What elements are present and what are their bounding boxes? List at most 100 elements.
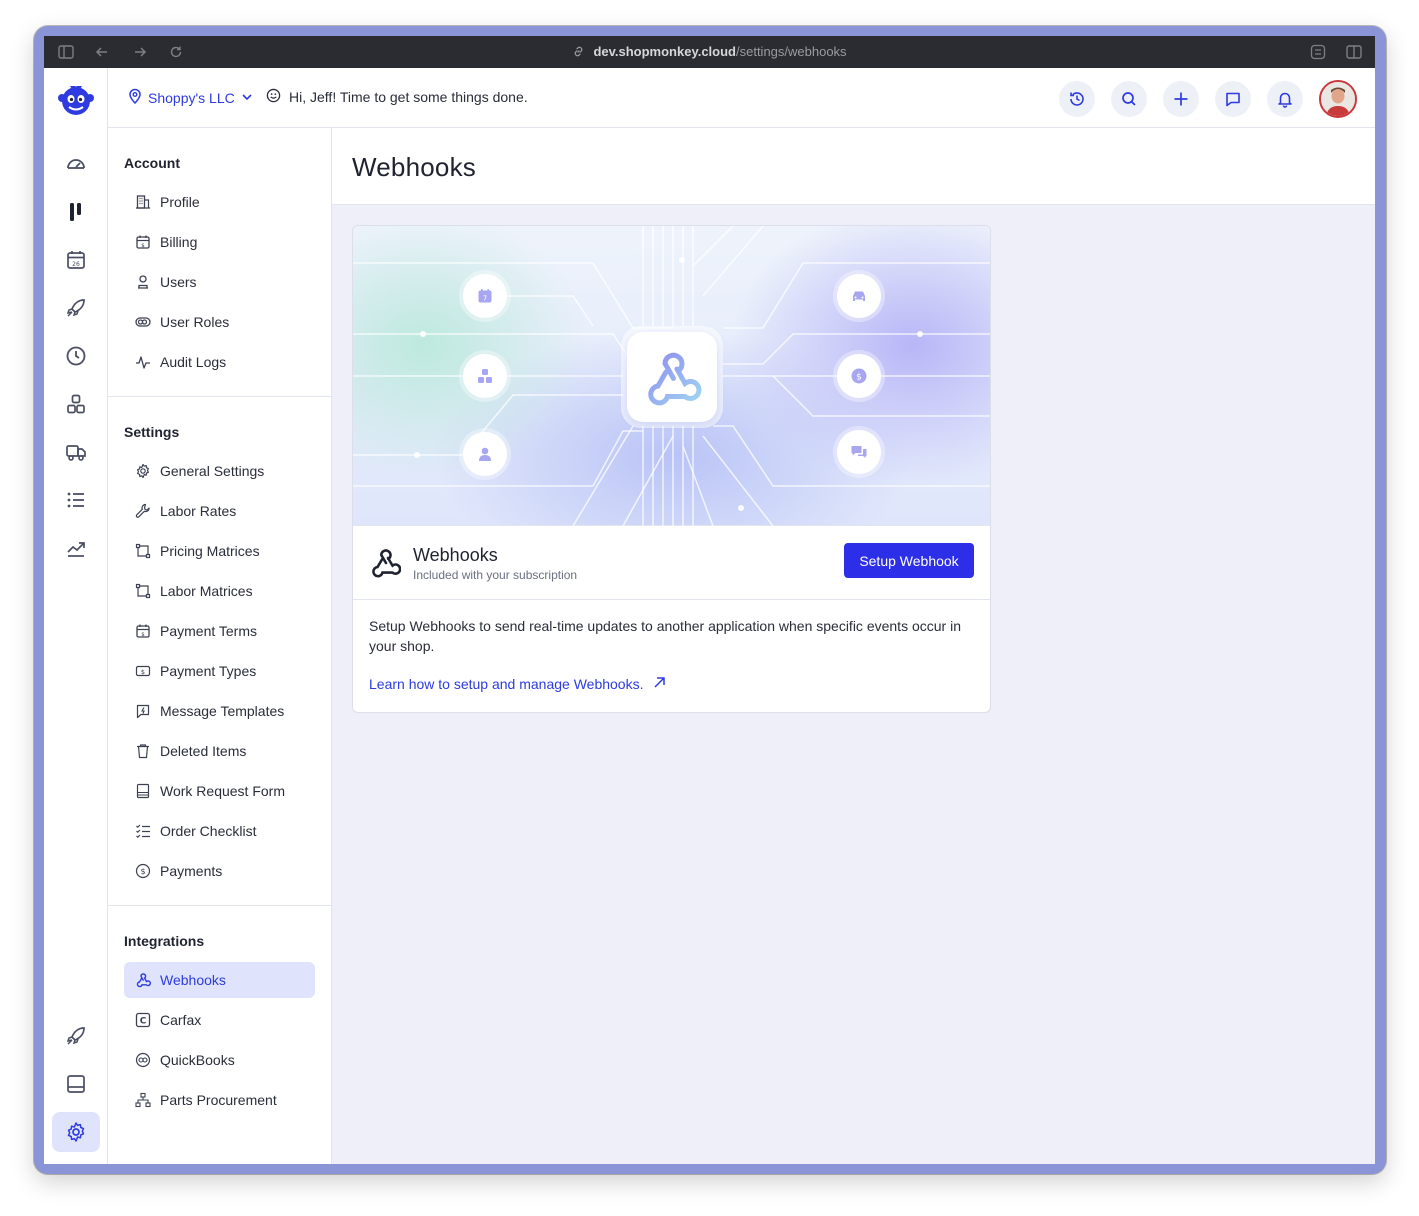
nav-item-label: Audit Logs [160,354,227,370]
cash-icon: $ [135,663,151,679]
nav-item-payments[interactable]: $ Payments [124,853,315,889]
list-icon[interactable] [52,480,100,520]
svg-text:$: $ [140,867,145,876]
nav-item-label: Billing [160,234,198,250]
truck-icon[interactable] [52,432,100,472]
app: 26 Shoppy's LLC Hi, Jeff! Time to get so… [44,68,1375,1164]
nav-item-label: Order Checklist [160,823,257,839]
launch-rocket-icon[interactable] [52,288,100,328]
workflow-icon[interactable] [52,192,100,232]
split-view-icon[interactable] [1346,44,1362,60]
page-header: Webhooks [332,128,1375,205]
card-title: Webhooks [413,545,498,565]
nav-item-audit-logs[interactable]: Audit Logs [124,344,315,380]
browser-titlebar: dev.shopmonkey.cloud/settings/webhooks [44,36,1375,68]
add-icon[interactable] [1163,81,1199,117]
location-pin-icon [128,88,142,107]
nav-item-quickbooks[interactable]: QuickBooks [124,1042,315,1078]
quickbooks-icon [135,1052,151,1068]
webhooks-card: 7 $ Webhooks Included with your subscrip… [352,225,991,713]
greeting: Hi, Jeff! Time to get some things done. [266,88,528,106]
nav-item-label: Profile [160,194,200,210]
extension-icon[interactable] [1310,44,1326,60]
nav-item-label: Payments [160,863,223,879]
calendar-icon[interactable]: 26 [52,240,100,280]
card-description: Setup Webhooks to send real-time updates… [369,618,961,654]
nav-item-webhooks[interactable]: Webhooks [124,962,315,998]
rocket-icon[interactable] [52,1016,100,1056]
checklist-icon [135,823,151,839]
card-subtitle: Included with your subscription [413,568,578,582]
settings-gear-icon[interactable] [52,1112,100,1152]
inventory-icon[interactable] [52,384,100,424]
clock-icon[interactable] [52,336,100,376]
webhook-logo-icon [627,332,717,422]
history-icon[interactable] [1059,81,1095,117]
nav-item-deleted-items[interactable]: Deleted Items [124,733,315,769]
nav-item-order-checklist[interactable]: Order Checklist [124,813,315,849]
learn-more-link-text: Learn how to setup and manage Webhooks. [369,676,644,692]
nav-item-label: Carfax [160,1012,202,1028]
setup-webhook-button[interactable]: Setup Webhook [844,543,974,578]
calendar-event-icon: 7 [463,274,507,318]
nav-item-label: Labor Rates [160,503,237,519]
svg-text:C: C [140,1017,147,1027]
shop-selector[interactable]: Shoppy's LLC [128,88,253,107]
nav-item-pricing-matrices[interactable]: Pricing Matrices [124,533,315,569]
greeting-text: Hi, Jeff! Time to get some things done. [289,89,528,105]
user-avatar[interactable] [1319,80,1357,118]
matrix-icon [135,583,151,599]
chat-icon[interactable] [1215,81,1251,117]
dollar-circle-icon: $ [135,863,151,879]
nav-divider [108,396,332,397]
nav-item-payment-terms[interactable]: $ Payment Terms [124,613,315,649]
nav-item-parts-procurement[interactable]: Parts Procurement [124,1082,315,1118]
top-header: Shoppy's LLC Hi, Jeff! Time to get some … [108,68,1375,128]
webhook-icon [369,546,402,583]
svg-text:7: 7 [483,295,487,303]
nav-item-labor-rates[interactable]: Labor Rates [124,493,315,529]
nav-item-general-settings[interactable]: General Settings [124,453,315,489]
nav-item-profile[interactable]: Profile [124,184,315,220]
nav-item-users[interactable]: Users [124,264,315,300]
toggle-roles-icon [135,314,151,330]
nav-item-label: Users [160,274,197,290]
nav-item-label: Webhooks [160,972,226,988]
page-title: Webhooks [352,152,476,182]
inventory-blocks-icon [463,354,507,398]
main-content: Webhooks 7 $ Webhooks Included with your… [332,128,1375,1164]
shopmonkey-logo-icon[interactable] [56,80,96,120]
nav-item-billing[interactable]: $ Billing [124,224,315,260]
settings-section-title: Settings [124,424,180,440]
trash-icon [135,743,151,759]
person-icon [463,432,507,476]
url-path: /settings/webhooks [735,44,847,59]
nav-item-carfax[interactable]: C Carfax [124,1002,315,1038]
search-icon[interactable] [1111,81,1147,117]
nav-item-label: Work Request Form [160,783,285,799]
billing-calendar-icon: $ [135,234,151,250]
nav-item-work-request-form[interactable]: Work Request Form [124,773,315,809]
chevron-down-icon [241,90,253,106]
activity-icon [135,354,151,370]
link-icon [572,45,585,61]
address-bar[interactable]: dev.shopmonkey.cloud/settings/webhooks [44,44,1375,61]
nav-item-label: Parts Procurement [160,1092,277,1108]
billing-calendar-icon: $ [135,623,151,639]
nav-item-payment-types[interactable]: $ Payment Types [124,653,315,689]
reports-chart-icon[interactable] [52,528,100,568]
learn-more-link[interactable]: Learn how to setup and manage Webhooks. [369,676,666,692]
form-icon [135,783,151,799]
bell-icon[interactable] [1267,81,1303,117]
integrations-section-title: Integrations [124,933,205,949]
browser-window: dev.shopmonkey.cloud/settings/webhooks 2… [34,26,1386,1174]
nav-item-label: General Settings [160,463,265,479]
inbox-icon[interactable] [52,1064,100,1104]
nav-item-message-templates[interactable]: Message Templates [124,693,315,729]
nav-item-label: Payment Types [160,663,257,679]
gear-icon [135,463,151,479]
nav-item-labor-matrices[interactable]: Labor Matrices [124,573,315,609]
nav-item-user-roles[interactable]: User Roles [124,304,315,340]
dashboard-icon[interactable] [52,144,100,184]
nav-item-label: Payment Terms [160,623,257,639]
